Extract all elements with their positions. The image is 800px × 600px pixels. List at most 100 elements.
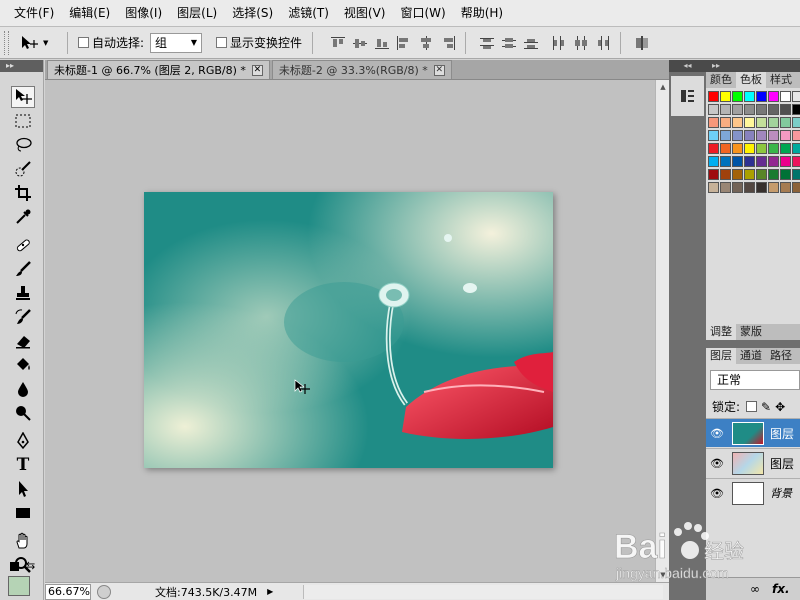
path-selection-tool[interactable] <box>11 478 35 500</box>
pen-tool[interactable] <box>11 430 35 452</box>
auto-select-checkbox[interactable]: 自动选择: <box>78 34 144 51</box>
panel-collapse-icon[interactable]: ▸▸ <box>0 60 43 72</box>
layer-row[interactable]: 👁 图层 <box>706 448 800 477</box>
color-swatch[interactable] <box>744 156 755 167</box>
swap-colors-icon[interactable]: ⇆ <box>26 559 35 572</box>
color-swatch[interactable] <box>756 91 767 102</box>
align-horizontal-centers-button[interactable] <box>415 32 437 54</box>
lasso-tool[interactable] <box>11 134 35 156</box>
healing-brush-tool[interactable] <box>11 234 35 256</box>
color-swatch[interactable] <box>732 182 743 193</box>
lock-transparency-icon[interactable] <box>746 401 758 412</box>
distribute-bottom-button[interactable] <box>520 32 542 54</box>
color-swatch[interactable] <box>708 169 719 180</box>
close-icon[interactable]: ✕ <box>433 64 445 76</box>
color-swatch[interactable] <box>744 104 755 115</box>
vertical-scrollbar[interactable]: ▲ ▼ <box>655 80 669 582</box>
color-swatch[interactable] <box>792 130 800 141</box>
layer-name[interactable]: 背景 <box>770 485 792 501</box>
color-swatch[interactable] <box>720 91 731 102</box>
align-bottom-edges-button[interactable] <box>371 32 393 54</box>
color-swatch[interactable] <box>732 143 743 154</box>
align-right-edges-button[interactable] <box>437 32 459 54</box>
color-swatch[interactable] <box>732 104 743 115</box>
clone-stamp-tool[interactable] <box>11 282 35 304</box>
color-swatch[interactable] <box>756 156 767 167</box>
color-swatch[interactable] <box>792 104 800 115</box>
dock-collapse-icon[interactable]: ◂◂ <box>669 60 706 72</box>
color-swatch[interactable] <box>792 156 800 167</box>
horizontal-scrollbar[interactable] <box>303 585 663 599</box>
auto-select-dropdown[interactable]: 组 ▼ <box>150 32 203 53</box>
tab-layers[interactable]: 图层 <box>706 348 736 364</box>
color-swatch[interactable] <box>768 104 779 115</box>
align-vertical-centers-button[interactable] <box>349 32 371 54</box>
color-swatch[interactable] <box>708 117 719 128</box>
tool-preset-picker[interactable]: ▼ <box>19 34 63 52</box>
layer-name[interactable]: 图层 <box>770 425 794 442</box>
color-swatch[interactable] <box>768 156 779 167</box>
tab-channels[interactable]: 通道 <box>736 348 766 364</box>
menu-select[interactable]: 选择(S) <box>226 0 279 27</box>
color-swatch[interactable] <box>780 156 791 167</box>
history-panel-button[interactable] <box>671 76 704 116</box>
tab-untitled-2[interactable]: 未标题-2 @ 33.3%(RGB/8) * ✕ <box>271 60 452 79</box>
menu-view[interactable]: 视图(V) <box>338 0 392 27</box>
color-swatch[interactable] <box>732 117 743 128</box>
brush-tool[interactable] <box>11 258 35 280</box>
distribute-vcenter-button[interactable] <box>498 32 520 54</box>
tab-styles[interactable]: 样式 <box>766 72 796 88</box>
distribute-right-button[interactable] <box>592 32 614 54</box>
color-swatch[interactable] <box>792 169 800 180</box>
color-swatch[interactable] <box>780 143 791 154</box>
checkbox-box[interactable] <box>216 37 228 48</box>
paint-bucket-tool[interactable] <box>11 354 35 376</box>
color-swatch[interactable] <box>720 130 731 141</box>
tab-paths[interactable]: 路径 <box>766 348 796 364</box>
color-swatch[interactable] <box>732 130 743 141</box>
move-tool[interactable] <box>11 86 35 108</box>
color-swatch[interactable] <box>756 143 767 154</box>
quick-selection-tool[interactable] <box>11 158 35 180</box>
menu-image[interactable]: 图像(I) <box>119 0 168 27</box>
panel-collapse-icon[interactable]: ▸▸ <box>706 60 800 72</box>
auto-align-button[interactable] <box>631 32 653 54</box>
menu-layer[interactable]: 图层(L) <box>171 0 223 27</box>
color-swatch[interactable] <box>720 143 731 154</box>
color-swatch[interactable] <box>720 117 731 128</box>
color-swatch[interactable] <box>768 117 779 128</box>
color-swatch[interactable] <box>756 117 767 128</box>
color-swatch[interactable] <box>792 91 800 102</box>
color-swatch[interactable] <box>744 91 755 102</box>
blur-tool[interactable] <box>11 378 35 400</box>
menu-help[interactable]: 帮助(H) <box>455 0 509 27</box>
default-colors-icon[interactable] <box>10 562 19 571</box>
color-swatch[interactable] <box>732 169 743 180</box>
color-swatch[interactable] <box>744 182 755 193</box>
color-swatch[interactable] <box>792 182 800 193</box>
tab-swatches[interactable]: 色板 <box>736 72 766 88</box>
blend-mode-dropdown[interactable]: 正常 <box>710 370 800 390</box>
color-swatch[interactable] <box>780 91 791 102</box>
color-swatch[interactable] <box>720 182 731 193</box>
color-swatch[interactable] <box>744 169 755 180</box>
color-swatch[interactable] <box>756 130 767 141</box>
dodge-tool[interactable] <box>11 402 35 424</box>
color-swatch[interactable] <box>720 104 731 115</box>
color-swatch[interactable] <box>768 130 779 141</box>
visibility-eye-icon[interactable]: 👁 <box>706 487 728 500</box>
color-swatch[interactable] <box>780 130 791 141</box>
color-swatch[interactable] <box>744 117 755 128</box>
color-swatch[interactable] <box>792 117 800 128</box>
crop-tool[interactable] <box>11 182 35 204</box>
color-swatch[interactable] <box>708 182 719 193</box>
lock-move-icon[interactable]: ✥ <box>775 400 785 414</box>
color-swatch[interactable] <box>708 104 719 115</box>
color-swatch[interactable] <box>732 91 743 102</box>
eyedropper-tool[interactable] <box>11 206 35 228</box>
scroll-up-icon[interactable]: ▲ <box>656 80 670 94</box>
menu-file[interactable]: 文件(F) <box>8 0 60 27</box>
hand-tool[interactable] <box>11 530 35 552</box>
link-layers-icon[interactable]: ∞ <box>750 582 760 596</box>
layer-row[interactable]: 👁 图层 <box>706 418 800 447</box>
